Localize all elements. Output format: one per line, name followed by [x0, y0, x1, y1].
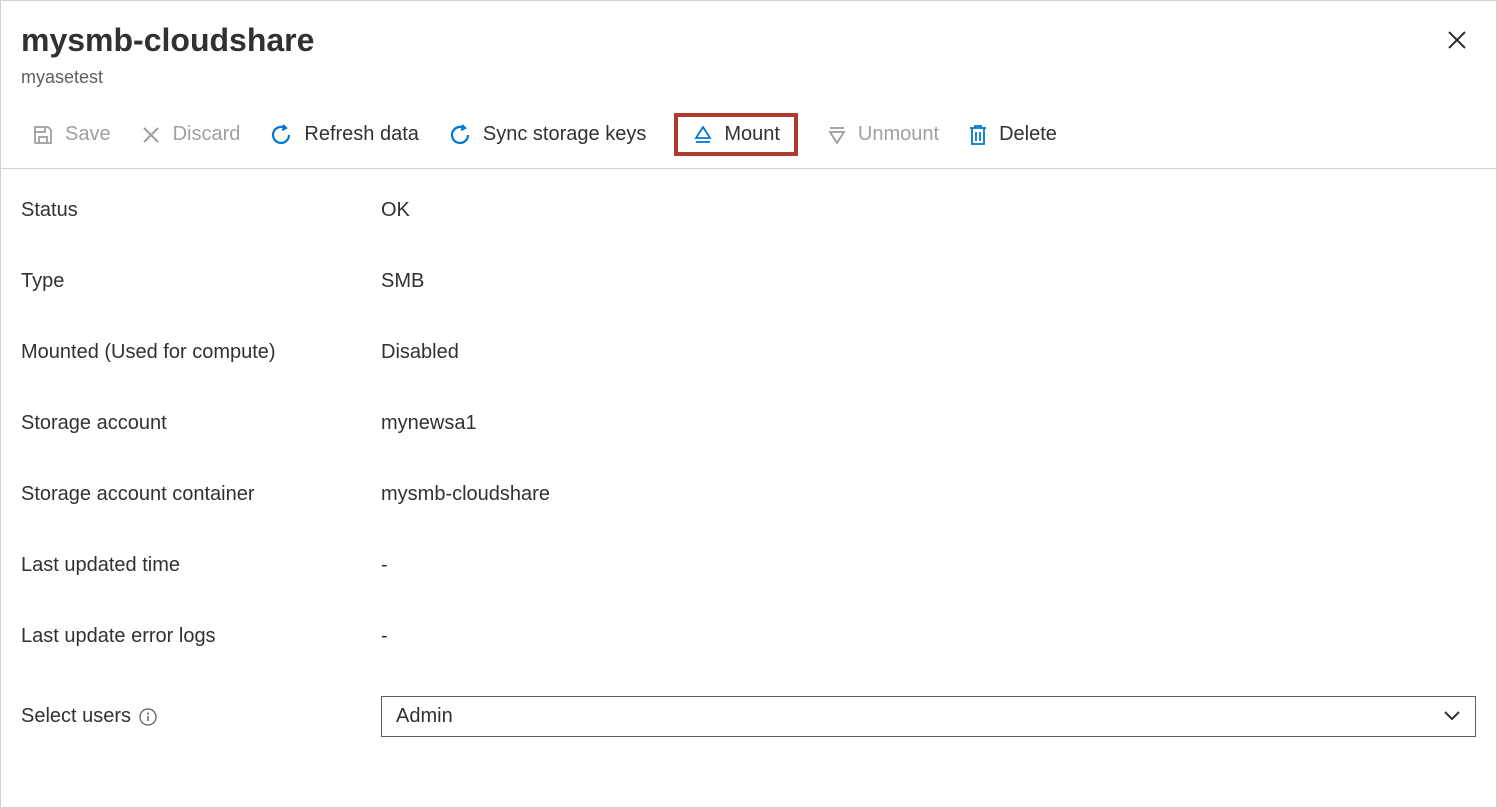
delete-icon: [967, 123, 989, 147]
chevron-down-icon: [1443, 705, 1461, 728]
page-title: mysmb-cloudshare: [21, 21, 1476, 59]
discard-button: Discard: [139, 123, 241, 147]
unmount-icon: [826, 124, 848, 146]
error-logs-value: -: [381, 625, 388, 648]
select-users-label: Select users: [21, 705, 381, 728]
close-icon: [1446, 29, 1468, 51]
sync-button[interactable]: Sync storage keys: [447, 122, 646, 148]
mount-label: Mount: [724, 123, 780, 146]
last-updated-value: -: [381, 554, 388, 577]
unmount-button: Unmount: [826, 123, 939, 146]
discard-label: Discard: [173, 123, 241, 146]
storage-account-label: Storage account: [21, 412, 381, 435]
sync-label: Sync storage keys: [483, 123, 646, 146]
toolbar: Save Discard Refresh data Sync storage k…: [1, 98, 1496, 169]
save-button: Save: [31, 123, 111, 147]
select-users-dropdown[interactable]: Admin: [381, 696, 1476, 737]
status-label: Status: [21, 199, 381, 222]
mount-button[interactable]: Mount: [674, 113, 798, 156]
content: Status OK Type SMB Mounted (Used for com…: [1, 169, 1496, 757]
page-subtitle: myasetest: [21, 67, 1476, 88]
unmount-label: Unmount: [858, 123, 939, 146]
save-icon: [31, 123, 55, 147]
error-logs-label: Last update error logs: [21, 625, 381, 648]
refresh-icon: [268, 122, 294, 148]
storage-account-value: mynewsa1: [381, 412, 477, 435]
save-label: Save: [65, 123, 111, 146]
status-value: OK: [381, 199, 410, 222]
sync-icon: [447, 122, 473, 148]
close-button[interactable]: [1446, 29, 1468, 51]
refresh-button[interactable]: Refresh data: [268, 122, 419, 148]
type-value: SMB: [381, 270, 424, 293]
info-icon[interactable]: [139, 708, 157, 726]
type-label: Type: [21, 270, 381, 293]
refresh-label: Refresh data: [304, 123, 419, 146]
last-updated-label: Last updated time: [21, 554, 381, 577]
delete-button[interactable]: Delete: [967, 123, 1057, 147]
mount-icon: [692, 124, 714, 146]
mounted-label: Mounted (Used for compute): [21, 341, 381, 364]
storage-container-label: Storage account container: [21, 483, 381, 506]
storage-container-value: mysmb-cloudshare: [381, 483, 550, 506]
select-users-value: Admin: [396, 705, 453, 728]
discard-icon: [139, 123, 163, 147]
delete-label: Delete: [999, 123, 1057, 146]
mounted-value: Disabled: [381, 341, 459, 364]
